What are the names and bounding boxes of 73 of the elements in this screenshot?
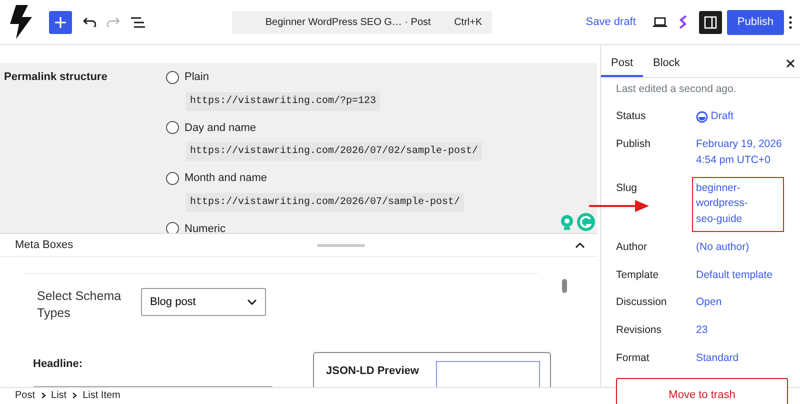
plugin-button[interactable] xyxy=(678,14,688,30)
preview-input[interactable] xyxy=(436,360,540,387)
redo-icon xyxy=(106,17,120,27)
laptop-icon xyxy=(652,17,667,27)
settings-button[interactable] xyxy=(698,10,722,34)
breadcrumb-link[interactable]: List Item xyxy=(82,388,120,403)
radio-button[interactable] xyxy=(166,222,179,233)
field-label: Discussion xyxy=(616,295,668,310)
sidebar-tab[interactable]: Post xyxy=(601,49,644,77)
add-block-button[interactable] xyxy=(48,10,72,34)
command-bar[interactable]: Beginner WordPress SEO G… · Post Ctrl+K xyxy=(232,10,492,34)
breadcrumb-link[interactable]: List xyxy=(51,388,67,403)
field-label: Slug xyxy=(616,180,638,196)
chevron-up-icon xyxy=(575,242,585,248)
field-label: Publish xyxy=(616,137,652,152)
field-value-link[interactable]: 23 xyxy=(696,323,708,339)
bolt-logo[interactable] xyxy=(10,5,32,39)
url-example: https://vistawriting.com/2026/07/sample-post/ xyxy=(186,192,464,212)
chevron-right-icon xyxy=(72,392,78,399)
radio-button[interactable] xyxy=(166,70,179,84)
field-label: Format xyxy=(616,350,650,366)
chevron-right-icon xyxy=(40,392,46,399)
post-type-label: · Post xyxy=(404,16,431,30)
move-to-trash-button[interactable]: Move to trash xyxy=(616,378,788,404)
option-label: Plain xyxy=(184,70,209,85)
chevron-down-icon xyxy=(247,299,257,305)
field-label: Author xyxy=(616,240,648,255)
field-label: Revisions xyxy=(616,323,663,338)
collapse-button[interactable] xyxy=(575,242,585,248)
sidebar-tab[interactable]: Block xyxy=(643,49,690,77)
resize-handle[interactable] xyxy=(317,244,365,246)
preview-button[interactable] xyxy=(652,17,667,27)
field-label: Status xyxy=(616,109,647,124)
option-label: Month and name xyxy=(184,171,268,186)
option-label: Numeric xyxy=(184,222,226,233)
command-bar-title: Beginner WordPress SEO G… xyxy=(265,16,402,30)
field-label: Select Schema Types xyxy=(37,288,122,322)
field-value-link[interactable]: (No author) xyxy=(696,240,750,256)
close-button[interactable] xyxy=(786,58,794,68)
save-draft-button[interactable]: Save draft xyxy=(580,12,642,32)
url-example: https://vistawriting.com/?p=123 xyxy=(186,92,380,110)
publish-button[interactable]: Publish xyxy=(727,10,784,34)
scrollbar-thumb[interactable] xyxy=(562,279,567,293)
option-label: Day and name xyxy=(184,120,256,136)
half-circle-icon xyxy=(696,111,708,124)
field-label: Template xyxy=(616,268,660,282)
undo-icon xyxy=(82,17,96,27)
settings-label: Permalink structure xyxy=(4,70,108,85)
field-label: Headline: xyxy=(33,357,84,372)
panel-title: Meta Boxes xyxy=(15,238,74,253)
breadcrumb-link[interactable]: Post xyxy=(15,388,36,403)
field-value-link[interactable]: February 19, 2026 4:54 pm UTC+0 xyxy=(696,137,786,168)
field-value-link[interactable]: Standard xyxy=(696,350,739,366)
list-icon xyxy=(130,16,144,28)
keyboard-shortcut: Ctrl+K xyxy=(454,16,482,30)
options-button[interactable] xyxy=(789,16,792,28)
field-value-link[interactable]: Default template xyxy=(696,268,772,284)
sidebar-icon xyxy=(704,16,717,28)
close-icon xyxy=(786,58,794,68)
plus-icon xyxy=(54,16,66,28)
annotation-arrow xyxy=(589,198,649,212)
undo-button[interactable] xyxy=(82,17,96,27)
field-value-link[interactable]: Open xyxy=(696,295,722,311)
more-icon xyxy=(789,16,792,28)
radio-button[interactable] xyxy=(166,121,179,134)
document-overview-button[interactable] xyxy=(130,16,144,28)
panel-title: JSON-LD Preview xyxy=(326,364,419,379)
last-edited-note: Last edited a second ago. xyxy=(616,82,738,97)
s-curve-icon xyxy=(678,14,688,30)
schema-type-select[interactable]: Blog post xyxy=(141,288,266,316)
radio-button[interactable] xyxy=(166,172,179,185)
status-link[interactable]: Draft xyxy=(696,109,734,125)
url-example: https://vistawriting.com/2026/07/02/sample-post/ xyxy=(186,142,482,161)
